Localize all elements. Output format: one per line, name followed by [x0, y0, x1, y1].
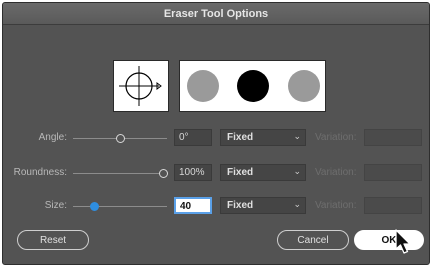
angle-label: Angle: — [38, 132, 67, 143]
crosshair-circle-icon — [119, 66, 162, 106]
size-method-value: Fixed — [227, 200, 254, 211]
angle-variation-field — [364, 129, 422, 146]
size-variation-label: Variation: — [315, 200, 357, 211]
roundness-method-select[interactable]: Fixed ⌄ — [220, 164, 306, 181]
angle-row: Angle: 0° Fixed ⌄ Variation: — [3, 129, 429, 149]
dialog-title: Eraser Tool Options — [163, 7, 269, 20]
angle-value-field[interactable]: 0° — [174, 129, 212, 146]
size-variation-field — [364, 197, 422, 214]
angle-method-value: Fixed — [227, 132, 254, 143]
size-slider-track[interactable] — [73, 206, 167, 207]
preview-dot-min — [187, 70, 219, 102]
title-bar[interactable]: Eraser Tool Options — [3, 3, 429, 25]
angle-method-select[interactable]: Fixed ⌄ — [220, 129, 306, 146]
roundness-slider-track[interactable] — [73, 173, 167, 174]
size-value-field[interactable]: 40 — [174, 197, 212, 214]
roundness-value-field[interactable]: 100% — [174, 164, 212, 181]
angle-preview[interactable] — [113, 60, 169, 112]
preview-dot-current — [237, 70, 269, 102]
size-method-select[interactable]: Fixed ⌄ — [220, 197, 306, 214]
pointer-cursor-icon — [395, 229, 411, 254]
reset-button[interactable]: Reset — [17, 230, 89, 250]
roundness-label: Roundness: — [13, 167, 67, 178]
chevron-down-icon: ⌄ — [293, 131, 301, 141]
cancel-button[interactable]: Cancel — [277, 230, 349, 250]
brush-shape-preview — [179, 60, 326, 112]
angle-variation-label: Variation: — [315, 132, 357, 143]
size-row: Size: 40 Fixed ⌄ Variation: — [3, 197, 429, 217]
size-slider-thumb[interactable] — [90, 202, 99, 211]
chevron-down-icon: ⌄ — [293, 199, 301, 209]
roundness-variation-label: Variation: — [315, 167, 357, 178]
roundness-slider-thumb[interactable] — [159, 169, 168, 178]
angle-slider-thumb[interactable] — [116, 134, 125, 143]
size-label: Size: — [44, 200, 67, 211]
roundness-row: Roundness: 100% Fixed ⌄ Variation: — [3, 164, 429, 184]
roundness-method-value: Fixed — [227, 167, 254, 178]
preview-dot-max — [288, 70, 320, 102]
roundness-variation-field — [364, 164, 422, 181]
chevron-down-icon: ⌄ — [293, 166, 301, 176]
eraser-tool-options-dialog: Eraser Tool Options Angle: 0° Fixed ⌄ Va… — [2, 2, 430, 265]
